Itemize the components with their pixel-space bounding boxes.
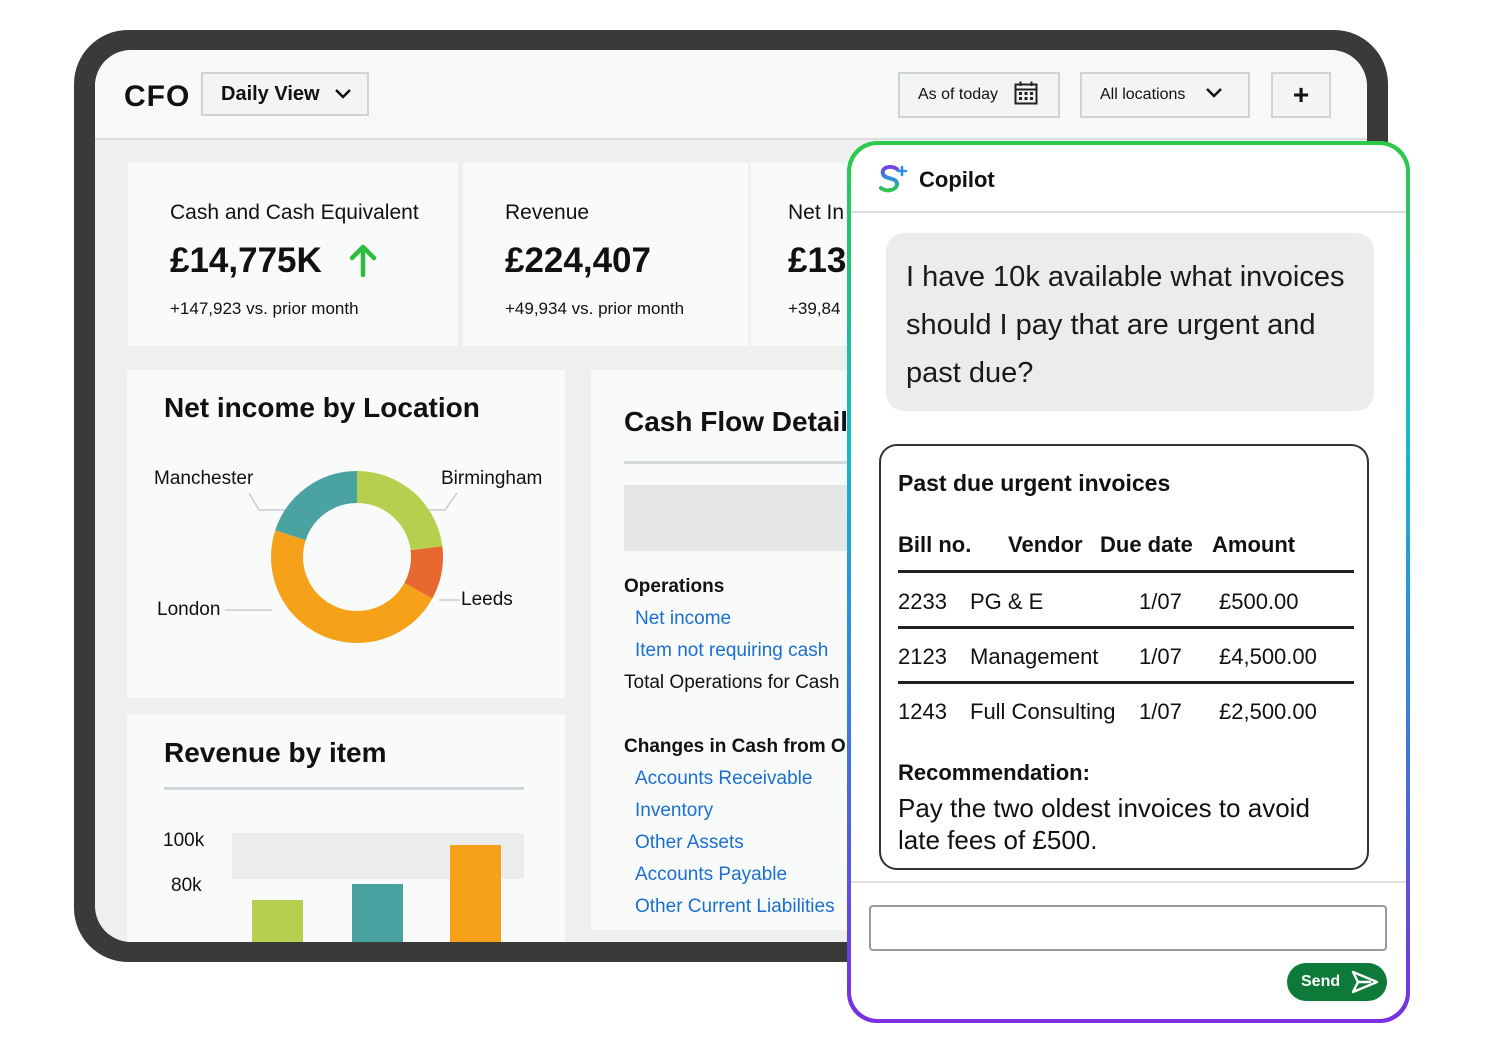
kpi-value: £224,407 <box>505 241 651 280</box>
link-accounts-receivable[interactable]: Accounts Receivable <box>635 768 812 790</box>
recommendation-title: Recommendation: <box>898 760 1090 785</box>
link-inventory[interactable]: Inventory <box>635 800 713 822</box>
cell-due-date: 1/07 <box>1139 644 1182 669</box>
chevron-down-icon <box>334 83 352 106</box>
date-button-label: As of today <box>918 86 999 103</box>
copilot-header: Copilot <box>851 145 1406 213</box>
placeholder-block <box>624 485 884 551</box>
divider <box>624 461 884 464</box>
location-select-label: All locations <box>1100 86 1186 103</box>
bar-chart <box>232 833 524 942</box>
answer-card: Past due urgent invoices Bill no. Vendor… <box>879 444 1369 870</box>
cell-vendor: Management <box>970 644 1099 669</box>
cell-bill-no: 1243 <box>898 699 947 724</box>
send-label: Send <box>1301 973 1341 990</box>
cell-amount: £500.00 <box>1219 589 1299 614</box>
link-other-assets[interactable]: Other Assets <box>635 832 744 854</box>
table-rule <box>898 681 1354 684</box>
copilot-logo-icon <box>877 163 909 200</box>
plus-icon: + <box>1292 79 1310 110</box>
cell-amount: £2,500.00 <box>1219 699 1317 724</box>
bar[interactable] <box>352 884 403 942</box>
send-icon <box>1351 970 1379 994</box>
donut-label-birmingham: Birmingham <box>441 468 543 489</box>
location-select[interactable]: All locations <box>1080 72 1250 118</box>
table-rule <box>898 570 1354 573</box>
cell-amount: £4,500.00 <box>1219 644 1317 669</box>
bar[interactable] <box>450 845 501 942</box>
kpi-label: Revenue <box>505 201 590 224</box>
link-net-income[interactable]: Net income <box>635 608 731 630</box>
cell-vendor: Full Consulting <box>970 699 1116 724</box>
column-header: Bill no. <box>898 532 972 557</box>
chevron-down-icon <box>1205 86 1223 104</box>
donut-label-manchester: Manchester <box>154 468 254 489</box>
divider <box>851 881 1406 883</box>
table-rule <box>898 626 1354 629</box>
view-select[interactable]: Daily View <box>201 72 369 116</box>
link-other-current-liabilities[interactable]: Other Current Liabilities <box>635 896 835 918</box>
cell-due-date: 1/07 <box>1139 699 1182 724</box>
cell-bill-no: 2233 <box>898 589 947 614</box>
column-header: Vendor <box>1008 532 1083 557</box>
bar[interactable] <box>252 900 303 942</box>
net-income-panel: Net income by Location Manchester Birmin… <box>127 370 565 698</box>
add-button[interactable]: + <box>1271 72 1331 118</box>
section-heading: Operations <box>624 576 725 597</box>
kpi-value: £14,775K <box>170 241 322 280</box>
user-message: I have 10k available what invoices shoul… <box>886 233 1374 411</box>
donut-label-leeds: Leeds <box>461 589 513 610</box>
total-operations: Total Operations for Cash <box>624 672 840 693</box>
link-item-not-requiring-cash[interactable]: Item not requiring cash <box>635 640 828 662</box>
copilot-panel: Copilot I have 10k available what invoic… <box>851 145 1406 1019</box>
send-button[interactable]: Send <box>1287 963 1387 1001</box>
copilot-title: Copilot <box>919 167 995 192</box>
kpi-delta: +147,923 vs. prior month <box>170 299 359 318</box>
cell-bill-no: 2123 <box>898 644 947 669</box>
cell-vendor: PG & E <box>970 589 1044 614</box>
section-heading: Changes in Cash from Op <box>624 736 858 757</box>
kpi-label: Cash and Cash Equivalent <box>170 201 419 224</box>
revenue-by-item-panel: Revenue by item 100k 80k <box>127 715 565 942</box>
panel-title: Cash Flow Detail <box>624 406 849 437</box>
arrow-up-icon <box>348 243 378 282</box>
chat-input[interactable] <box>869 905 1387 951</box>
view-select-label: Daily View <box>221 82 320 105</box>
kpi-card-cash[interactable]: Cash and Cash Equivalent £14,775K +147,9… <box>128 163 458 346</box>
kpi-label: Net In <box>788 201 845 224</box>
cell-due-date: 1/07 <box>1139 589 1182 614</box>
column-header: Due date <box>1100 532 1193 557</box>
app-title: CFO <box>124 80 191 113</box>
donut-chart <box>225 471 460 643</box>
link-accounts-payable[interactable]: Accounts Payable <box>635 864 787 886</box>
kpi-delta: +49,934 vs. prior month <box>505 299 685 318</box>
date-button[interactable]: As of today <box>898 72 1060 118</box>
kpi-value: £13 <box>788 241 847 280</box>
calendar-icon <box>1014 81 1038 110</box>
recommendation-text: Pay the two oldest invoices to avoid lat… <box>898 793 1310 855</box>
kpi-card-revenue[interactable]: Revenue £224,407 +49,934 vs. prior month <box>463 163 748 346</box>
top-bar: CFO Daily View As of today All locations… <box>95 50 1367 140</box>
column-header: Amount <box>1212 532 1296 557</box>
donut-label-london: London <box>157 599 221 620</box>
answer-title: Past due urgent invoices <box>898 470 1171 496</box>
kpi-delta: +39,84 <box>788 299 841 318</box>
